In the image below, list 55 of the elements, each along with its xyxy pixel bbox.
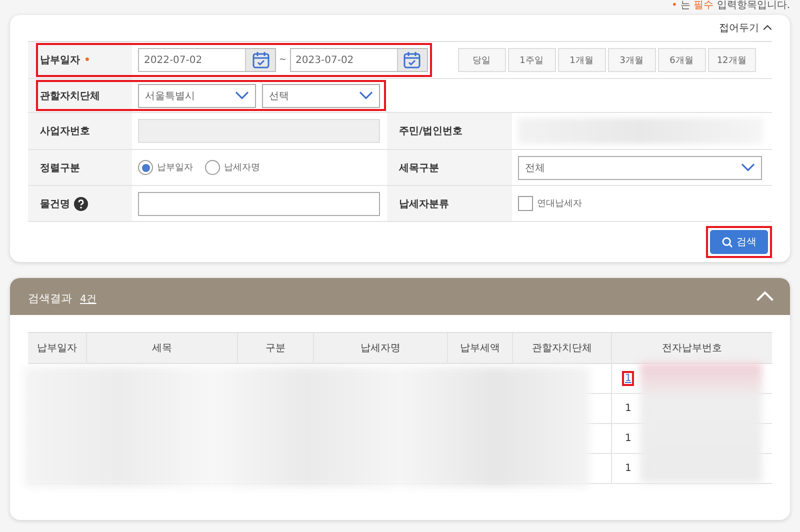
search-button[interactable]: 검색 <box>710 230 768 254</box>
payment-number: 1 <box>624 402 632 416</box>
payment-number: 1 <box>624 462 632 476</box>
calendar-button[interactable] <box>245 49 275 71</box>
search-icon <box>722 236 732 248</box>
radio-option[interactable]: 납세자명 <box>205 160 260 175</box>
chevron-icon <box>763 25 772 31</box>
collapse-button[interactable] <box>756 291 774 302</box>
column-header: 구분 <box>237 333 313 364</box>
range-separator: ~ <box>279 55 287 65</box>
help-icon[interactable] <box>74 196 88 210</box>
results-count[interactable]: 4건 <box>80 294 96 305</box>
dropdown[interactable]: 서울특별시 <box>138 84 256 108</box>
radio-button[interactable] <box>205 160 220 175</box>
column-header: 납부일자 <box>28 333 86 364</box>
field-label: 납세자분류 <box>387 186 512 221</box>
date-field[interactable]: 2022-07-02 <box>138 48 276 72</box>
field-label: 세목구분 <box>387 150 512 185</box>
period-button[interactable]: 12개월 <box>708 48 756 72</box>
column-header: 납세자명 <box>313 333 447 364</box>
period-button[interactable]: 3개월 <box>608 48 656 72</box>
dropdown[interactable]: 전체 <box>518 156 762 180</box>
field-label: 사업자번호 <box>28 113 132 149</box>
chevron-down-icon <box>359 91 373 100</box>
required-mark: • <box>672 0 678 12</box>
calendar-icon <box>252 51 270 69</box>
required-mark: • <box>84 54 90 66</box>
period-button[interactable]: 6개월 <box>658 48 706 72</box>
payment-number: 1 <box>624 432 632 446</box>
payment-number-link[interactable]: 1 <box>622 371 634 386</box>
dropdown[interactable]: 선택 <box>262 84 380 108</box>
field-label: 물건명 <box>40 198 70 210</box>
date-field[interactable]: 2023-07-02 <box>290 48 428 72</box>
chevron-icon <box>756 291 774 302</box>
period-button[interactable]: 1개월 <box>558 48 606 72</box>
checkbox[interactable] <box>518 196 533 211</box>
column-header: 납부세액 <box>447 333 512 364</box>
chevron-down-icon <box>741 163 755 172</box>
field-label: 주민/법인번호 <box>387 113 512 149</box>
column-header: 관할자치단체 <box>512 333 611 364</box>
field-label: 정렬구분 <box>28 150 132 185</box>
column-header: 전자납부번호 <box>611 333 772 364</box>
checkbox-option[interactable]: 연대납세자 <box>518 196 582 211</box>
calendar-button[interactable] <box>396 49 427 71</box>
column-header: 세목 <box>86 333 237 364</box>
period-button[interactable]: 1주일 <box>508 48 556 72</box>
period-button[interactable]: 당일 <box>458 48 506 72</box>
radio-button[interactable] <box>138 160 153 175</box>
results-title: 검색결과 <box>28 292 72 305</box>
calendar-icon <box>403 51 422 69</box>
radio-option[interactable]: 납부일자 <box>138 160 193 175</box>
chevron-down-icon <box>235 91 249 100</box>
collapse-toggle[interactable]: 접어두기 <box>719 21 772 35</box>
required-note: 는 필수 입력항목입니다. <box>680 0 790 12</box>
input-field[interactable] <box>138 192 380 216</box>
